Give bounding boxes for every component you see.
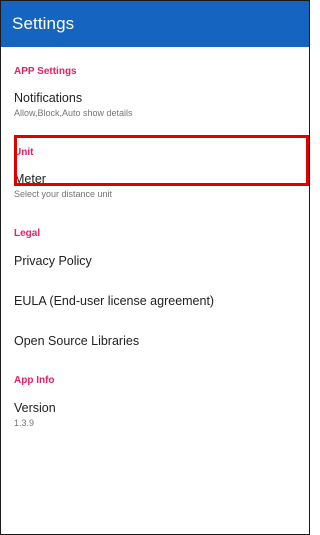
section-header-legal: Legal: [14, 228, 41, 239]
section-header-app-settings: APP Settings: [14, 66, 77, 77]
pref-meter-title: Meter: [14, 172, 46, 186]
pref-open-source-libraries-title: Open Source Libraries: [14, 334, 140, 348]
pref-version-summary: 1.3.9: [14, 418, 35, 428]
pref-version-title: Version: [14, 401, 56, 415]
section-header-app-info: App Info: [14, 375, 55, 386]
pref-open-source-libraries[interactable]: Open Source Libraries: [1, 326, 309, 362]
pref-version[interactable]: Version 1.3.9: [1, 395, 309, 431]
pref-notifications-title: Notifications: [14, 91, 83, 105]
pref-privacy-policy-title: Privacy Policy: [14, 254, 92, 268]
pref-privacy-policy[interactable]: Privacy Policy: [1, 246, 309, 282]
pref-eula-title: EULA (End-user license agreement): [14, 294, 215, 308]
section-header-unit: Unit: [14, 147, 34, 158]
pref-meter-summary: Select your distance unit: [14, 189, 113, 199]
pref-meter[interactable]: Meter Select your distance unit: [1, 166, 309, 204]
pref-notifications-summary: Allow,Block,Auto show details: [14, 108, 133, 118]
app-bar-title: Settings: [12, 14, 75, 33]
app-bar: Settings: [1, 1, 309, 47]
pref-notifications[interactable]: Notifications Allow,Block,Auto show deta…: [1, 85, 309, 123]
settings-screen: Settings APP Settings Notifications Allo…: [0, 0, 310, 535]
pref-eula[interactable]: EULA (End-user license agreement): [1, 286, 309, 322]
